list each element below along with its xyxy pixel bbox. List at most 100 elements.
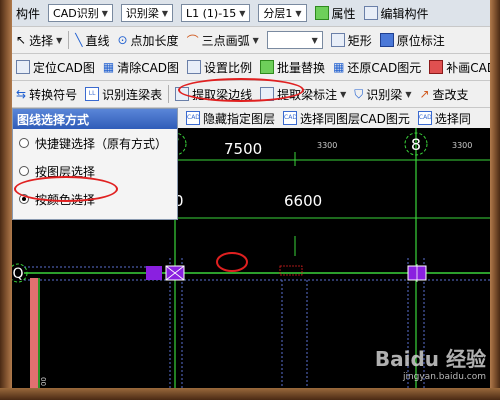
select-same-button[interactable]: CAD 选择同	[414, 108, 475, 128]
toolbar-divider	[68, 31, 70, 49]
wall-strip	[30, 278, 38, 388]
replace-icon	[260, 60, 275, 74]
properties-icon	[314, 6, 329, 20]
menu-bar: 构件 CAD识别 ▼ 识别梁 ▼ L1 (1)-15 ▼ 分层1 ▼ 属性 编辑构件	[12, 0, 490, 27]
combo-value: 分层1	[263, 7, 293, 20]
button-label: 原位标注	[396, 33, 445, 48]
border-right	[490, 0, 500, 400]
small-dimension-text: 00	[40, 377, 48, 386]
cad-icon: CAD	[283, 111, 298, 125]
point-length-icon: ⊙	[117, 33, 128, 47]
convert-icon: ⇆	[16, 87, 27, 101]
line-icon: ╲	[75, 33, 83, 47]
highlight-extract-edge	[178, 78, 304, 102]
clear-cad-button[interactable]: ▦ 清除CAD图	[99, 56, 183, 78]
panel-title: 图线选择方式	[13, 109, 177, 129]
chevron-down-icon: ▼	[252, 35, 259, 45]
rectangle-button[interactable]: 矩形	[327, 29, 376, 51]
point-length-button[interactable]: ⊙ 点加长度	[113, 29, 182, 51]
button-label: 还原CAD图元	[347, 60, 422, 75]
button-label: 直线	[85, 33, 110, 48]
watermark-brand: Baidu 经验	[374, 347, 486, 371]
arc-icon: ⌒	[186, 33, 199, 48]
origin-annotation-button[interactable]: 原位标注	[376, 29, 449, 51]
chevron-down-icon: ▼	[340, 89, 347, 99]
edit-icon	[363, 6, 378, 20]
option-label: 快捷键选择（原有方式）	[35, 136, 168, 151]
identify-table-button[interactable]: LL 识别连梁表	[81, 83, 166, 105]
grid-icon: ▦	[102, 60, 115, 74]
radio-shortcut[interactable]	[19, 138, 29, 148]
button-label: 选择	[29, 33, 54, 48]
axis-label-8: 8	[411, 135, 421, 154]
radio-layer[interactable]	[19, 166, 29, 176]
button-label: 补画CAD线	[446, 60, 490, 75]
cad-identify-combo[interactable]: CAD识别 ▼	[48, 4, 113, 22]
edit-component-button[interactable]: 编辑构件	[360, 2, 433, 24]
chevron-down-icon: ▼	[56, 35, 63, 45]
combo-value: L1 (1)-15	[186, 6, 237, 20]
locate-cad-button[interactable]: 定位CAD图	[12, 56, 99, 78]
chevron-down-icon: ▼	[295, 8, 302, 18]
button-label: 编辑构件	[380, 6, 429, 21]
button-label: 矩形	[347, 33, 372, 48]
convert-symbol-button[interactable]: ⇆ 转换符号	[12, 83, 81, 105]
cad-icon: CAD	[186, 111, 201, 125]
annotation-icon	[379, 33, 394, 47]
line-button[interactable]: ╲ 直线	[71, 29, 113, 51]
select-same-layer-button[interactable]: CAD 选择同图层CAD图元	[279, 108, 414, 128]
highlight-beam-edge	[216, 252, 248, 272]
identify-icon: ⛉	[354, 86, 364, 101]
border-bottom	[0, 388, 500, 400]
identify-beam-combo[interactable]: 识别梁 ▼	[120, 4, 174, 22]
menu-item-component[interactable]: 构件	[12, 2, 44, 24]
batch-replace-button[interactable]: 批量替换	[256, 56, 329, 78]
button-label: 选择同图层CAD图元	[300, 111, 410, 126]
rectangle-icon	[330, 33, 345, 47]
draw-mode-combo[interactable]: ▼	[266, 31, 323, 49]
button-label: 批量替换	[277, 60, 326, 75]
chevron-down-icon: ▼	[311, 35, 318, 45]
supplement-cad-button[interactable]: 补画CAD线	[425, 56, 490, 78]
chevron-down-icon: ▼	[405, 89, 412, 99]
cad-icon: CAD	[417, 111, 432, 125]
combo-value: 识别梁	[125, 7, 159, 20]
set-scale-button[interactable]: 设置比例	[183, 56, 256, 78]
button-label: 隐藏指定图层	[203, 111, 276, 126]
column-marker[interactable]	[146, 266, 162, 280]
line-selection-panel: 图线选择方式 快捷键选择（原有方式） 按图层选择 按颜色选择	[12, 108, 178, 220]
button-label: 点加长度	[130, 33, 179, 48]
watermark: Baidu 经验 jingyan.baidu.com	[375, 343, 486, 382]
button-label: 三点画弧	[201, 33, 250, 48]
screenshot-frame: 构件 CAD识别 ▼ 识别梁 ▼ L1 (1)-15 ▼ 分层1 ▼ 属性 编辑构件 ↖…	[0, 0, 500, 400]
identify-beam-button[interactable]: ⛉ 识别梁 ▼	[350, 83, 415, 105]
locate-icon	[16, 60, 30, 74]
restore-cad-button[interactable]: ▦ 还原CAD图元	[329, 56, 425, 78]
chevron-down-icon: ▼	[161, 8, 169, 18]
draw-toolbar: ↖ 选择 ▼ ╲ 直线 ⊙ 点加长度 ⌒ 三点画弧 ▼ ▼ 矩形 原位标注	[12, 27, 490, 54]
cad-toolbar: 定位CAD图 ▦清除CAD图 设置比例 批量替换 ▦还原CAD图元 补画CAD线	[12, 54, 490, 81]
button-label: 属性	[331, 6, 356, 21]
layer-toolbar: 层 CAD隐藏指定图层 CAD选择同图层CAD图元 CAD选择同	[162, 108, 490, 129]
hide-layer-button[interactable]: CAD 隐藏指定图层	[182, 108, 279, 128]
chevron-down-icon: ▼	[239, 8, 246, 18]
dimension-label-3300: 3300	[452, 141, 472, 150]
layer-combo[interactable]: 分层1 ▼	[258, 4, 307, 22]
button-label: 识别梁	[366, 87, 403, 102]
watermark-url: jingyan.baidu.com	[402, 372, 486, 382]
button-label: 查改支	[432, 87, 469, 102]
three-point-arc-button[interactable]: ⌒ 三点画弧 ▼	[183, 29, 263, 51]
beam-name-combo[interactable]: L1 (1)-15 ▼	[181, 4, 251, 22]
check-button[interactable]: ↗ 查改支	[415, 83, 472, 105]
dimension-label-7500: 7500	[224, 140, 262, 158]
button-label: 选择同	[434, 111, 471, 126]
axis-label-q: Q	[12, 266, 23, 282]
table-icon: LL	[85, 87, 100, 101]
select-button[interactable]: ↖ 选择 ▼	[12, 29, 66, 51]
button-label: 设置比例	[204, 60, 253, 75]
button-label: 转换符号	[29, 87, 78, 102]
option-shortcut-select[interactable]: 快捷键选择（原有方式）	[13, 129, 177, 157]
properties-button[interactable]: 属性	[311, 2, 360, 24]
cursor-icon: ↖	[16, 33, 27, 47]
dimension-label-3300: 3300	[317, 141, 337, 150]
